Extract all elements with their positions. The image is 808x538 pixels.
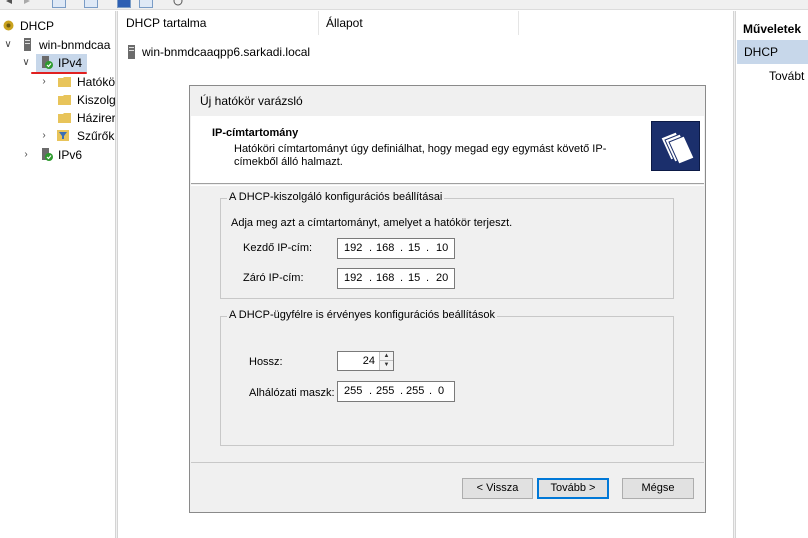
forward-icon[interactable] [20,0,34,8]
ip-dot: . [400,385,404,397]
range-instruction: Adja meg azt a címtartományt, amelyet a … [231,217,513,229]
server-config-group: A DHCP-kiszolgáló konfigurációs beállítá… [220,191,674,299]
ip-dot: . [426,272,430,284]
end-ip-label: Záró IP-cím: [243,272,304,284]
spinner-arrows[interactable]: ▲ ▼ [379,352,393,370]
length-value: 24 [362,355,375,367]
dhcp-root-icon [2,19,15,32]
wizard-step-description: Hatóköri címtartományt úgy definiálhat, … [234,143,607,168]
ip-dot: . [426,242,430,254]
column-header-status[interactable]: Állapot [319,11,519,35]
ip-octet: 168 [376,272,395,284]
chevron-down-icon[interactable]: ∨ [21,54,31,72]
cancel-button[interactable]: Mégse [622,478,694,499]
show-tree-icon[interactable] [84,0,98,8]
header-separator [191,185,704,186]
tree-node-policies[interactable]: Házirer [0,109,116,127]
ip-octet: 15 [408,272,421,284]
wizard-header: IP-címtartomány Hatóköri címtartományt ú… [191,116,704,184]
ip-octet: 0 [438,385,445,397]
pane-divider[interactable] [733,11,736,538]
ip-dot: . [369,242,373,254]
ipv4-icon [40,56,53,69]
tree-label: Házirer [77,111,116,125]
footer-separator [191,462,704,463]
ip-dot: . [369,385,373,397]
actions-header: Műveletek [737,19,808,39]
ip-dot: . [369,272,373,284]
start-ip-field[interactable]: 192 . 168 . 15 . 10 [337,238,455,259]
server-icon [125,45,138,59]
subnet-mask-label: Alhálózati maszk: [249,387,335,399]
chevron-right-icon[interactable]: › [39,73,49,91]
tree-label: IPv4 [58,56,83,70]
up-icon[interactable] [52,0,66,8]
server-name: win-bnmdcaaqpp6.sarkadi.local [142,45,311,59]
tree-label: Szűrők [77,129,115,143]
mmc-toolbar [0,0,808,10]
length-spinner[interactable]: 24 ▲ ▼ [337,351,394,371]
ip-dot: . [400,272,404,284]
ip-dot: . [400,242,404,254]
tree-node-server[interactable]: ∨ win-bnmdcaa [0,36,116,54]
filter-icon [57,129,70,142]
tree-node-dhcp[interactable]: DHCP [0,17,116,35]
tree-node-filters[interactable]: › Szűrők [0,127,116,145]
help-icon[interactable] [117,0,131,8]
client-config-group: A DHCP-ügyfélre is érvényes konfiguráció… [220,309,674,446]
length-label: Hossz: [249,356,283,368]
column-header-name[interactable]: DHCP tartalma [119,11,319,35]
server-icon [21,38,34,51]
chevron-right-icon[interactable]: › [21,146,31,164]
new-scope-wizard: Új hatókör varázsló IP-címtartomány Ható… [189,85,706,513]
folder-icon [58,93,71,106]
ip-dot: . [429,385,433,397]
tree-label: win-bnmdcaa [39,38,111,52]
ip-octet: 255 [406,385,425,397]
pane-divider[interactable] [115,11,118,538]
spin-down-icon[interactable]: ▼ [380,361,393,370]
folder-icon [58,75,71,88]
ip-octet: 255 [376,385,395,397]
ip-octet: 10 [436,242,449,254]
end-ip-field[interactable]: 192 . 168 . 15 . 20 [337,268,455,289]
back-icon[interactable] [2,0,16,8]
ip-octet: 20 [436,272,449,284]
ip-octet: 168 [376,242,395,254]
tree-node-ipv4[interactable]: ∨ IPv4 [0,54,116,74]
back-button[interactable]: < Vissza [462,478,533,499]
actions-more-link[interactable]: Továbt [769,68,804,84]
tree-node-ipv6[interactable]: › IPv6 [0,146,116,164]
group-title: A DHCP-ügyfélre is érvényes konfiguráció… [227,309,497,321]
tree-label: DHCP [20,19,55,33]
tree-label: Hatókö [77,75,116,89]
ip-octet: 192 [344,272,363,284]
tree-node-server-options[interactable]: Kiszolg [0,91,116,109]
properties-icon[interactable] [139,0,153,8]
console-tree: DHCP ∨ win-bnmdcaa ∨ IPv4 › Hatókö Kiszo… [0,11,116,538]
spin-up-icon[interactable]: ▲ [380,352,393,361]
actions-pane: Műveletek DHCP Továbt [737,11,808,538]
refresh-icon[interactable] [171,0,185,8]
tree-label: Kiszolg [77,93,116,107]
ip-octet: 15 [408,242,421,254]
next-button[interactable]: Tovább > [537,478,609,499]
ip-octet: 255 [344,385,363,397]
actions-section-dhcp[interactable]: DHCP [737,40,808,64]
chevron-down-icon[interactable]: ∨ [3,36,13,54]
start-ip-label: Kezdő IP-cím: [243,242,313,254]
group-title: A DHCP-kiszolgáló konfigurációs beállítá… [227,191,445,203]
subnet-mask-field[interactable]: 255 . 255 . 255 . 0 [337,381,455,402]
ip-octet: 192 [344,242,363,254]
tree-node-scope[interactable]: › Hatókö [0,73,116,91]
wizard-step-title: IP-címtartomány [212,127,299,139]
folder-icon [58,111,71,124]
wizard-folders-icon [651,121,700,171]
wizard-title: Új hatókör varázsló [200,94,303,108]
tree-label: IPv6 [58,148,83,162]
ipv6-icon [40,148,53,161]
chevron-right-icon[interactable]: › [39,127,49,145]
